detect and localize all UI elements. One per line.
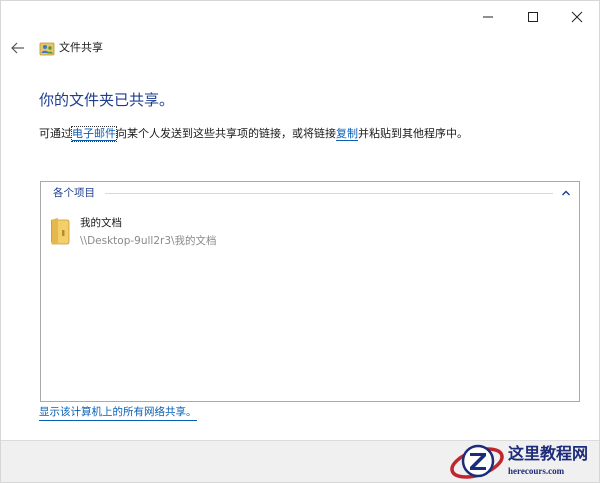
- window-title: 文件共享: [59, 41, 103, 54]
- back-button[interactable]: [7, 39, 29, 57]
- item-name: 我的文档: [80, 217, 122, 229]
- list-item[interactable]: 我的文档 \\Desktop-9ull2r3\我的文档: [49, 214, 269, 254]
- folder-icon: [49, 216, 71, 246]
- z-logo-icon: [450, 444, 504, 479]
- collapse-group-button[interactable]: [560, 187, 572, 199]
- watermark-title: 这里教程网: [508, 444, 589, 463]
- maximize-icon: [528, 12, 538, 22]
- watermark: 这里教程网 herecours.com: [448, 438, 599, 482]
- watermark-url: herecours.com: [508, 466, 565, 476]
- page-title: 你的文件夹已共享。: [39, 91, 175, 109]
- close-button[interactable]: [554, 1, 599, 33]
- chevron-up-icon: [562, 190, 570, 196]
- description-middle: 向某个人发送到这些共享项的链接，或将链接: [116, 127, 336, 140]
- file-sharing-window: 文件共享 你的文件夹已共享。 可通过电子邮件向某个人发送到这些共享项的链接，或将…: [0, 0, 600, 483]
- minimize-button[interactable]: [465, 1, 511, 33]
- item-path: \\Desktop-9ull2r3\我的文档: [80, 235, 217, 247]
- show-all-network-shares-link[interactable]: 显示该计算机上的所有网络共享。: [39, 404, 197, 421]
- description-prefix: 可通过: [39, 127, 72, 140]
- description-suffix: 并粘贴到其他程序中。: [358, 127, 468, 140]
- group-header[interactable]: 各个项目: [53, 186, 99, 200]
- close-icon: [571, 11, 583, 23]
- minimize-icon: [483, 16, 493, 18]
- maximize-button[interactable]: [510, 1, 556, 33]
- share-description: 可通过电子邮件向某个人发送到这些共享项的链接，或将链接复制并粘贴到其他程序中。: [39, 126, 468, 142]
- shared-items-list: 各个项目 我的文档 \\Desktop-9ull2r3\我的文档: [40, 181, 580, 402]
- email-link[interactable]: 电子邮件: [71, 126, 117, 142]
- watermark-text: 这里教程网 herecours.com: [508, 445, 588, 477]
- group-divider: [105, 193, 553, 194]
- back-arrow-icon: [11, 42, 24, 54]
- copy-link[interactable]: 复制: [336, 127, 358, 141]
- sharing-users-icon: [39, 40, 55, 56]
